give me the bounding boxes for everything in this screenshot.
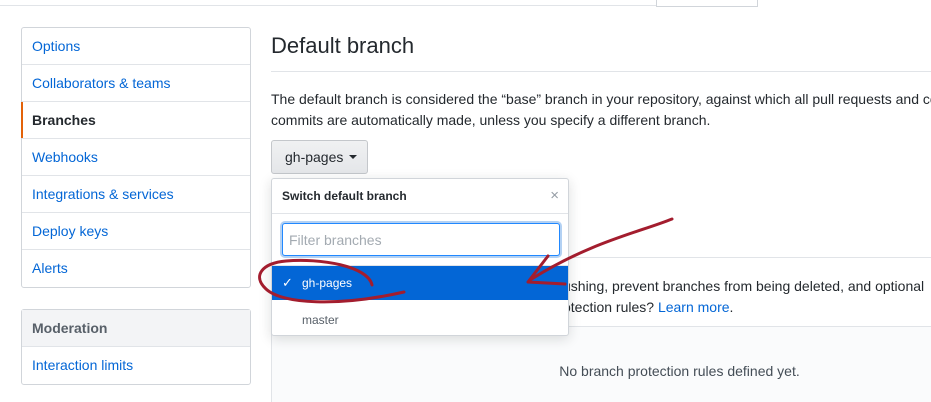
branch-select-label: gh-pages — [285, 149, 344, 165]
header-divider — [0, 5, 656, 6]
sidebar-item-options[interactable]: Options — [22, 28, 250, 65]
protection-empty-message: No branch protection rules defined yet. — [559, 363, 800, 379]
caret-down-icon — [349, 155, 358, 159]
protection-line-2-end: . — [729, 299, 734, 315]
sidebar-item-deploy-keys[interactable]: Deploy keys — [22, 213, 250, 250]
learn-more-link[interactable]: Learn more — [658, 299, 730, 315]
settings-page: Options Collaborators & teams Branches W… — [0, 0, 931, 402]
protection-line-2: otection rules? — [563, 299, 658, 315]
dropdown-filter — [272, 214, 568, 266]
title-divider — [271, 71, 931, 72]
page-title: Default branch — [271, 33, 415, 58]
settings-sidebar: Options Collaborators & teams Branches W… — [21, 27, 251, 288]
close-icon[interactable]: × — [550, 179, 559, 213]
protection-rules-box: No branch protection rules defined yet. — [271, 326, 931, 402]
sidebar-item-collaborators[interactable]: Collaborators & teams — [22, 65, 250, 102]
dropdown-title: Switch default branch — [282, 189, 407, 203]
settings-tab-edge — [656, 0, 758, 7]
sidebar-item-webhooks[interactable]: Webhooks — [22, 139, 250, 176]
branch-select-button[interactable]: gh-pages — [271, 140, 368, 174]
default-branch-description: The default branch is considered the “ba… — [271, 89, 931, 131]
branch-option-gh-pages[interactable]: ✓ gh-pages — [272, 266, 568, 300]
dropdown-header: Switch default branch × — [272, 179, 568, 214]
sidebar-item-interaction-limits[interactable]: Interaction limits — [22, 347, 250, 384]
branch-option-label: master — [302, 313, 339, 327]
moderation-heading: Moderation — [22, 310, 250, 347]
sidebar-item-alerts[interactable]: Alerts — [22, 250, 250, 287]
branch-option-label: gh-pages — [302, 276, 353, 290]
protection-section-divider — [570, 257, 931, 258]
protection-description: ushing, prevent branches from being dele… — [563, 276, 931, 318]
protection-empty-state: No branch protection rules defined yet. — [272, 363, 931, 379]
filter-branches-input[interactable] — [282, 223, 560, 256]
protection-line-1: ushing, prevent branches from being dele… — [563, 278, 925, 294]
switch-branch-dropdown: Switch default branch × ✓ gh-pages maste… — [271, 178, 569, 336]
moderation-sidebar: Moderation Interaction limits — [21, 309, 251, 385]
description-line-2: commits are automatically made, unless y… — [271, 112, 711, 128]
sidebar-item-branches[interactable]: Branches — [21, 102, 250, 139]
description-line-1: The default branch is considered the “ba… — [271, 91, 931, 107]
branch-option-master[interactable]: master — [272, 300, 568, 336]
sidebar-item-integrations[interactable]: Integrations & services — [22, 176, 250, 213]
check-icon: ✓ — [282, 275, 293, 290]
